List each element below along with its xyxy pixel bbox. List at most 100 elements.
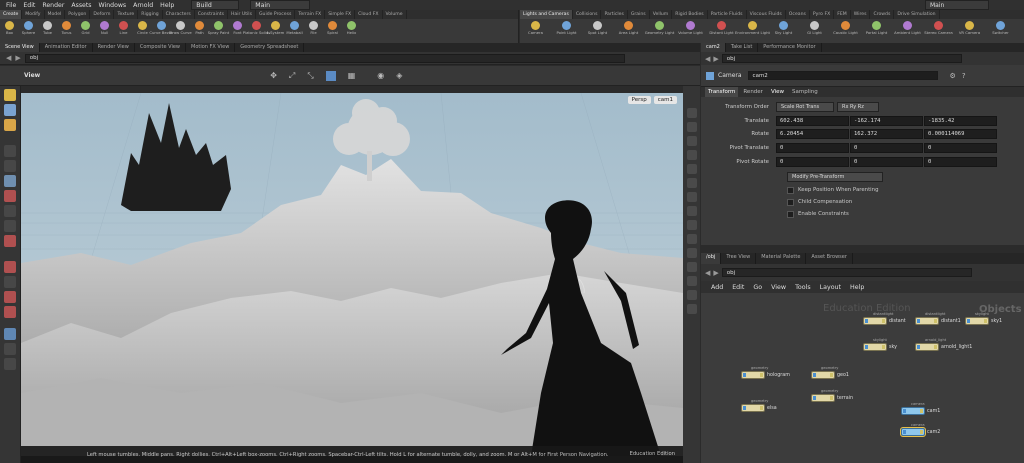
tab-scene-view[interactable]: Scene View (0, 43, 40, 52)
rotate-z-field[interactable]: 0.000114069 (924, 129, 997, 139)
rotate-tool-icon[interactable] (4, 119, 16, 131)
net-menu-go[interactable]: Go (753, 284, 762, 291)
shelf-left-tool-button[interactable]: Tube (38, 19, 57, 43)
shelf-tab[interactable]: Characters (163, 10, 195, 19)
shelf-tab[interactable]: FEM (834, 10, 851, 19)
menu-file[interactable]: File (6, 2, 16, 9)
node-sky[interactable]: skylight sky (863, 338, 897, 351)
dolly-icon[interactable]: ⤡ (307, 71, 313, 81)
shelf-right-tool-button[interactable]: Spot Light (582, 19, 613, 43)
tab-view[interactable]: View (767, 87, 788, 97)
pivot-rotate-y-field[interactable]: 0 (850, 157, 923, 167)
modify-pre-transform-dropdown[interactable]: Modify Pre-Transform (787, 172, 883, 182)
display-camera-icon[interactable] (686, 262, 697, 272)
shelf-left-tool-button[interactable]: Spiral (323, 19, 342, 43)
tab-tree-view[interactable]: Tree View (721, 253, 757, 264)
forward-arrow-icon[interactable]: ▶ (713, 269, 718, 277)
node-cam1[interactable]: camera cam1 (901, 402, 940, 415)
tab-composite-view[interactable]: Composite View (135, 43, 186, 52)
menu-render[interactable]: Render (42, 2, 64, 9)
tab-geometry-spreadsheet[interactable]: Geometry Spreadsheet (235, 43, 305, 52)
display-xray-icon[interactable] (686, 192, 697, 202)
node-terrain[interactable]: geometry terrain (811, 389, 853, 402)
child-compensation-checkbox[interactable] (787, 198, 794, 206)
tab-take-list[interactable]: Take List (726, 43, 759, 52)
grid-icon[interactable]: ▦ (348, 71, 356, 80)
net-menu-view[interactable]: View (771, 284, 786, 291)
shelf-right-tool-button[interactable]: Point Light (551, 19, 582, 43)
translate-y-field[interactable]: -162.174 (850, 116, 923, 126)
node-distant1[interactable]: distantlight distant1 (915, 312, 961, 325)
rotate-y-field[interactable]: 162.372 (850, 129, 923, 139)
tab-material-palette[interactable]: Material Palette (756, 253, 807, 264)
node-elsa[interactable]: geometry elsa (741, 399, 777, 412)
snap-point-icon[interactable] (4, 261, 16, 273)
shelf-tab[interactable]: Rigid Bodies (672, 10, 708, 19)
tab-obj[interactable]: /obj (701, 253, 722, 264)
shelf-tab[interactable]: Vellum (650, 10, 673, 19)
display-light-icon[interactable] (686, 178, 697, 188)
menu-windows[interactable]: Windows (99, 2, 127, 9)
camera-menu[interactable]: cam1 (653, 96, 677, 104)
tumble-icon[interactable]: ✥ (270, 71, 277, 80)
shelf-tab[interactable]: Hair Utils (228, 10, 256, 19)
persp-menu[interactable]: Persp (627, 96, 651, 104)
shelf-right-tool-button[interactable]: Caustic Light (830, 19, 861, 43)
shelf-tab[interactable]: Particles (601, 10, 628, 19)
display-lighting-icon[interactable] (686, 220, 697, 230)
render-region-icon[interactable] (4, 358, 16, 370)
shelf-right-tool-button[interactable]: Switcher (985, 19, 1016, 43)
shelf-left-tool-button[interactable]: Null (95, 19, 114, 43)
back-arrow-icon[interactable]: ◀ (6, 54, 11, 62)
shelf-tab[interactable]: Wires (851, 10, 871, 19)
transform-order-dropdown[interactable]: Scale Rot Trans (776, 102, 834, 112)
node-sky1[interactable]: skylight sky1 (965, 312, 1002, 325)
scene-viewport[interactable]: Persp cam1 (21, 93, 683, 456)
shelf-tab[interactable]: Grains (628, 10, 650, 19)
net-menu-layout[interactable]: Layout (820, 284, 841, 291)
shelf-left-tool-button[interactable]: L-System (266, 19, 285, 43)
pivot-translate-z-field[interactable]: 0 (924, 143, 997, 153)
menu-assets[interactable]: Assets (71, 2, 91, 9)
display-shadow-icon[interactable] (686, 234, 697, 244)
node-distant[interactable]: distantlight distant (863, 312, 906, 325)
shelf-tab[interactable]: Viscous Fluids (747, 10, 786, 19)
snap-curve-icon[interactable] (4, 276, 16, 288)
shelf-left-tool-button[interactable]: Draw Curve (169, 19, 192, 43)
shelf-right-tool-button[interactable]: Environment Light (735, 19, 770, 43)
net-menu-add[interactable]: Add (711, 284, 723, 291)
node-arnold-light1[interactable]: arnold_light arnold_light1 (915, 338, 972, 351)
pivot-rotate-z-field[interactable]: 0 (924, 157, 997, 167)
handle-tool-icon[interactable] (4, 160, 16, 172)
display-bg-icon[interactable] (686, 206, 697, 216)
shelf-left-tool-button[interactable]: Grid (76, 19, 95, 43)
pivot-rotate-x-field[interactable]: 0 (776, 157, 849, 167)
move-tool-icon[interactable] (4, 104, 16, 116)
pivot-translate-y-field[interactable]: 0 (850, 143, 923, 153)
shelf-left-tool-button[interactable]: Curve Bezier (149, 19, 174, 43)
snap-grid-icon[interactable] (4, 235, 16, 247)
node-name-field[interactable]: cam2 (747, 71, 938, 80)
shelf-tab[interactable]: Rigging (138, 10, 163, 19)
pan-icon[interactable]: ⤢ (289, 71, 295, 81)
shelf-tab[interactable]: Modify (22, 10, 45, 19)
shelf-tab[interactable]: Lights and Cameras (520, 10, 573, 19)
shelf-left-tool-button[interactable]: Metaball (285, 19, 304, 43)
tab-asset-browser[interactable]: Asset Browser (806, 253, 853, 264)
pose-tool-icon[interactable] (4, 205, 16, 217)
translate-z-field[interactable]: -1835.42 (924, 116, 997, 126)
net-menu-edit[interactable]: Edit (732, 284, 744, 291)
desktop-selector-right[interactable]: Main (925, 0, 989, 10)
shelf-tab[interactable]: Polygon (65, 10, 91, 19)
display-normals-icon[interactable] (686, 164, 697, 174)
rotate-x-field[interactable]: 6.20454 (776, 129, 849, 139)
forward-arrow-icon[interactable]: ▶ (713, 55, 718, 63)
display-guides-icon[interactable] (686, 290, 697, 300)
lock-camera-icon[interactable] (4, 175, 16, 187)
shelf-tab[interactable]: Model (45, 10, 66, 19)
pivot-translate-x-field[interactable]: 0 (776, 143, 849, 153)
shelf-tab[interactable]: Drive Simulation (894, 10, 940, 19)
shelf-left-tool-button[interactable]: Helix (342, 19, 361, 43)
node-geo1[interactable]: geometry geo1 (811, 366, 849, 379)
tab-transform[interactable]: Transform (705, 87, 739, 97)
